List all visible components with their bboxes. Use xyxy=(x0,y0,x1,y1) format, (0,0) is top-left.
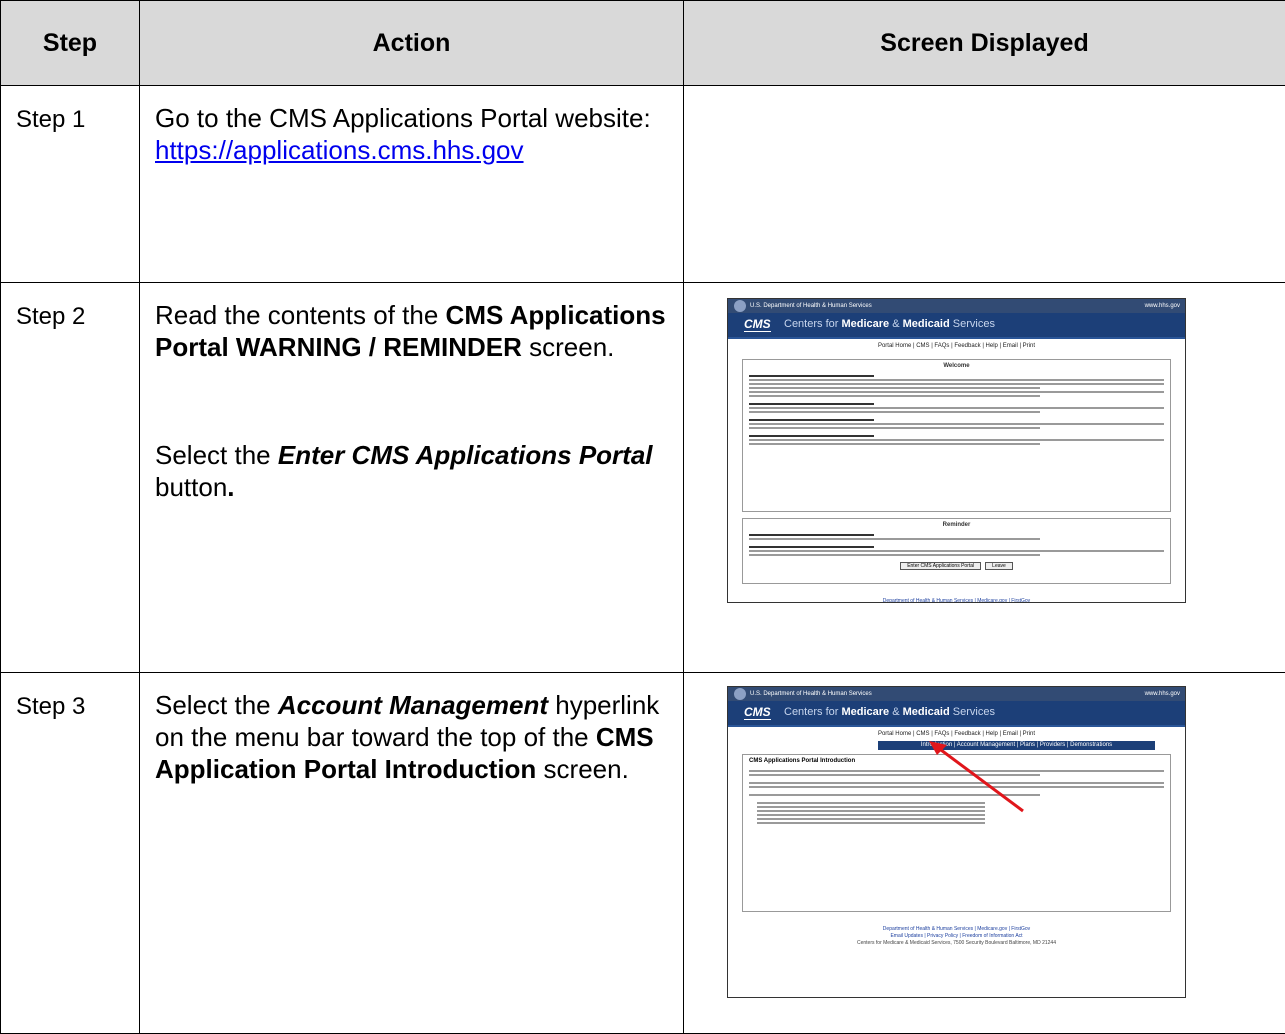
hhs-gov-link: www.hhs.gov xyxy=(1145,687,1180,701)
intro-screen-thumbnail: U.S. Department of Health & Human Servic… xyxy=(727,686,1186,998)
table-row: Step 2 Read the contents of the CMS Appl… xyxy=(1,283,1285,673)
reminder-title: Reminder xyxy=(749,522,1164,528)
header-row: Step Action Screen Displayed xyxy=(1,1,1285,86)
hhs-bar-text: U.S. Department of Health & Human Servic… xyxy=(750,303,872,309)
screen-cell: U.S. Department of Health & Human Servic… xyxy=(684,283,1285,673)
step-label: Step 2 xyxy=(1,283,140,673)
warning-screen-thumbnail: U.S. Department of Health & Human Servic… xyxy=(727,298,1186,603)
thumbnail-footer: Department of Health & Human Services | … xyxy=(728,598,1185,603)
screen-cell-empty xyxy=(684,86,1285,283)
step-label: Step 3 xyxy=(1,673,140,1034)
header-step: Step xyxy=(1,1,140,86)
cms-banner: CMS Centers for Medicare & Medicaid Serv… xyxy=(728,313,1185,339)
leave-button[interactable]: Leave xyxy=(985,562,1013,570)
table-row: Step 3 Select the Account Management hyp… xyxy=(1,673,1285,1034)
cms-logo: CMS xyxy=(744,317,771,332)
cms-name: Centers for Medicare & Medicaid Services xyxy=(784,706,995,718)
cms-logo: CMS xyxy=(744,705,771,720)
step-label: Step 1 xyxy=(1,86,140,283)
hhs-gov-link: www.hhs.gov xyxy=(1145,299,1180,313)
action-cell: Go to the CMS Applications Portal websit… xyxy=(140,86,684,283)
hhs-eagle-icon xyxy=(734,688,746,700)
action-cell: Select the Account Management hyperlink … xyxy=(140,673,684,1034)
action-text: Select the Account Management hyperlink … xyxy=(155,689,671,785)
hhs-eagle-icon xyxy=(734,300,746,312)
portal-link[interactable]: https://applications.cms.hhs.gov xyxy=(155,135,524,165)
enter-portal-button[interactable]: Enter CMS Applications Portal xyxy=(900,562,981,570)
header-action: Action xyxy=(140,1,684,86)
warning-title: Welcome xyxy=(749,363,1164,369)
screen-cell: U.S. Department of Health & Human Servic… xyxy=(684,673,1285,1034)
table-row: Step 1 Go to the CMS Applications Portal… xyxy=(1,86,1285,283)
cms-banner: CMS Centers for Medicare & Medicaid Serv… xyxy=(728,701,1185,727)
action-cell: Read the contents of the CMS Application… xyxy=(140,283,684,673)
header-screen: Screen Displayed xyxy=(684,1,1285,86)
reminder-panel: Reminder Enter CMS Applications Portal Le… xyxy=(742,518,1171,584)
cms-name: Centers for Medicare & Medicaid Services xyxy=(784,318,995,330)
action-text: Read the contents of the CMS Application… xyxy=(155,299,671,363)
red-arrow-icon xyxy=(923,739,1043,819)
instructions-table: Step Action Screen Displayed Step 1 Go t… xyxy=(0,0,1285,1034)
hhs-bar-text: U.S. Department of Health & Human Servic… xyxy=(750,691,872,697)
portal-nav: Portal Home | CMS | FAQs | Feedback | He… xyxy=(728,339,1185,353)
action-text: Go to the CMS Applications Portal websit… xyxy=(155,102,671,134)
thumbnail-footer: Department of Health & Human Services | … xyxy=(728,926,1185,947)
warning-panel: Welcome xyxy=(742,359,1171,512)
action-text: Select the Enter CMS Applications Portal… xyxy=(155,439,671,503)
